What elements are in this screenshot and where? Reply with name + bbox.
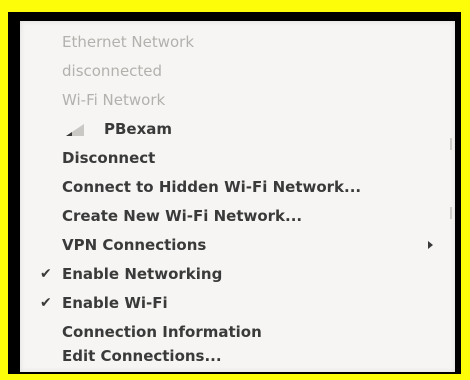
wifi-signal-icon [66,124,84,136]
edit-connections-label: Edit Connections... [62,347,222,365]
create-new-wifi-label: Create New Wi-Fi Network... [62,207,303,225]
network-menu: Ethernet Network disconnected Wi-Fi Netw… [20,21,455,372]
submenu-arrow-icon [428,241,433,249]
ethernet-network-header: Ethernet Network [20,29,455,55]
connect-hidden-wifi-label: Connect to Hidden Wi-Fi Network... [62,178,362,196]
ethernet-network-label: Ethernet Network [62,33,195,51]
vpn-connections-item[interactable]: VPN Connections [20,232,455,258]
menu-edge-mark [450,138,452,150]
checkmark-icon: ✔ [40,295,52,311]
disconnect-item[interactable]: Disconnect [20,145,455,171]
enable-networking-label: Enable Networking [62,265,223,283]
enable-wifi-label: Enable Wi-Fi [62,294,168,312]
edit-connections-item[interactable]: Edit Connections... [20,343,455,369]
connect-hidden-wifi-item[interactable]: Connect to Hidden Wi-Fi Network... [20,174,455,200]
disconnect-label: Disconnect [62,149,156,167]
menu-edge-mark [450,207,452,219]
enable-networking-item[interactable]: ✔ Enable Networking [20,261,455,287]
network-item-pbexam[interactable]: PBexam [20,116,455,142]
network-ssid-label: PBexam [104,120,173,138]
connection-information-label: Connection Information [62,323,262,341]
create-new-wifi-item[interactable]: Create New Wi-Fi Network... [20,203,455,229]
ethernet-status-label: disconnected [62,62,163,80]
wifi-network-label: Wi-Fi Network [62,91,166,109]
enable-wifi-item[interactable]: ✔ Enable Wi-Fi [20,290,455,316]
ethernet-status: disconnected [20,58,455,84]
connection-information-item[interactable]: Connection Information [20,319,455,345]
wifi-network-header: Wi-Fi Network [20,87,455,113]
checkmark-icon: ✔ [40,266,52,282]
vpn-connections-label: VPN Connections [62,236,207,254]
